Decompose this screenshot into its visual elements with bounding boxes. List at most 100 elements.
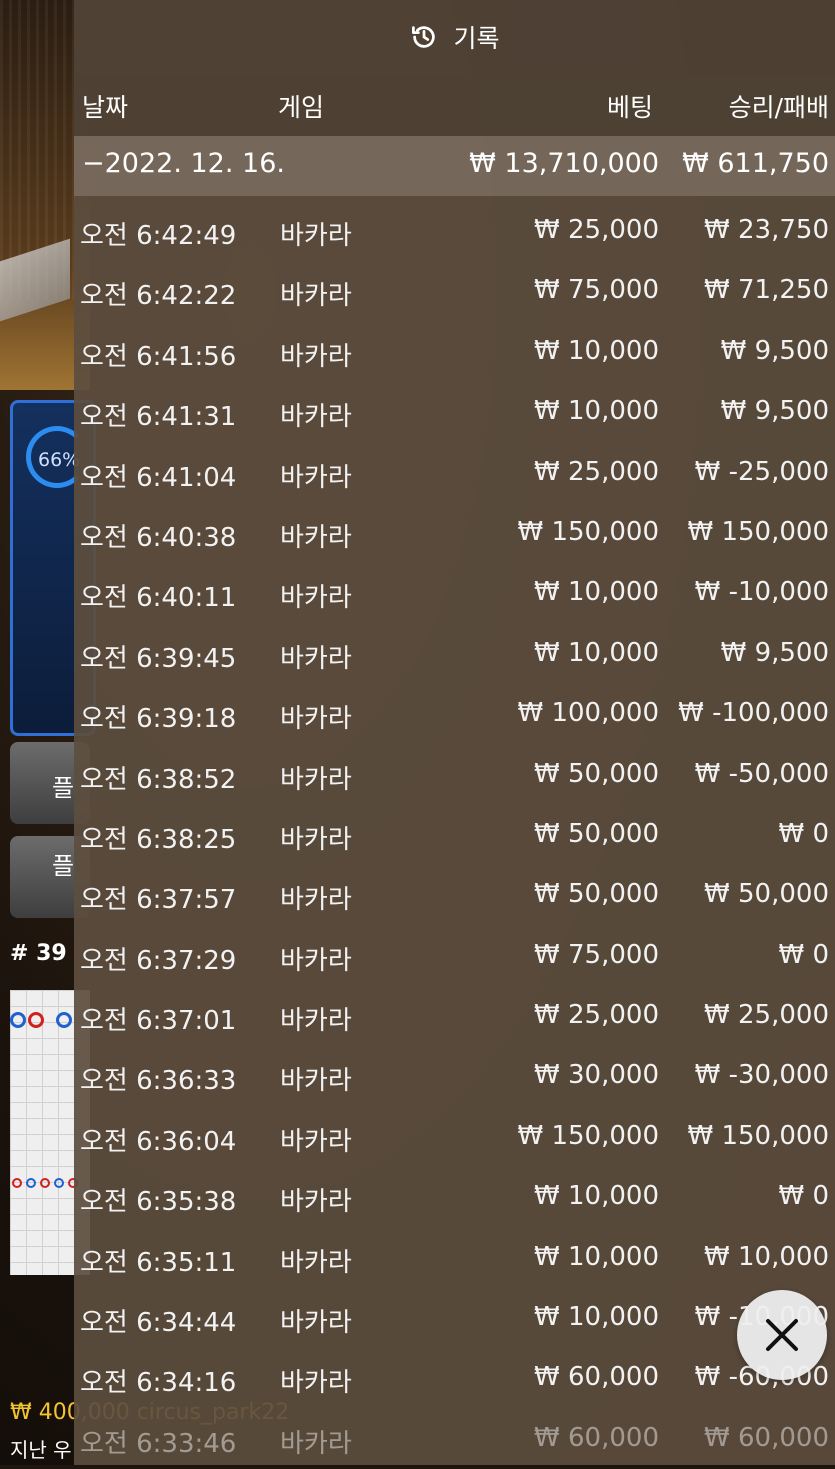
- road-marker: [54, 1178, 64, 1188]
- history-row-win-loss: ₩ 0: [778, 939, 829, 970]
- history-row-win-loss: ₩ 0: [778, 818, 829, 849]
- date-group-date: −2022. 12. 16.: [82, 148, 285, 179]
- history-row-game: 바카라: [280, 945, 352, 976]
- history-row-time: 오전 6:37:29: [80, 945, 237, 976]
- history-row-bet: ₩ 30,000: [534, 1060, 659, 1091]
- history-row-time: 오전 6:39:45: [80, 643, 237, 674]
- history-row-win-loss: ₩ 0: [778, 1181, 829, 1212]
- history-row-win-loss: ₩ 25,000: [704, 1000, 829, 1031]
- history-row-game: 바카라: [280, 1006, 352, 1037]
- history-row[interactable]: 오전 6:42:49 바카라 ₩ 25,000 ₩ 23,750: [74, 201, 835, 261]
- history-row[interactable]: 오전 6:36:04 바카라 ₩ 150,000 ₩ 150,000: [74, 1107, 835, 1167]
- history-row-time: 오전 6:39:18: [80, 704, 237, 735]
- history-row[interactable]: 오전 6:37:57 바카라 ₩ 50,000 ₩ 50,000: [74, 865, 835, 925]
- history-row-bet: ₩ 25,000: [534, 1000, 659, 1031]
- history-row[interactable]: 오전 6:42:22 바카라 ₩ 75,000 ₩ 71,250: [74, 261, 835, 321]
- history-row[interactable]: 오전 6:34:16 바카라 ₩ 60,000 ₩ -60,000: [74, 1348, 835, 1408]
- history-row[interactable]: 오전 6:39:18 바카라 ₩ 100,000 ₩ -100,000: [74, 684, 835, 744]
- history-row-time: 오전 6:41:56: [80, 341, 237, 372]
- history-row-win-loss: ₩ 50,000: [704, 879, 829, 910]
- date-group-bet-total: ₩ 13,710,000: [469, 148, 659, 179]
- history-row-game: 바카라: [280, 1368, 352, 1399]
- history-row-game: 바카라: [280, 1428, 352, 1459]
- player-bet-label: 플: [52, 774, 75, 802]
- history-row-win-loss: ₩ 10,000: [704, 1241, 829, 1272]
- history-row-win-loss: ₩ 60,000: [704, 1422, 829, 1453]
- history-row-win-loss: ₩ 23,750: [704, 215, 829, 245]
- history-row-game: 바카라: [280, 462, 352, 493]
- history-row-game: 바카라: [280, 764, 352, 795]
- history-row[interactable]: 오전 6:39:45 바카라 ₩ 10,000 ₩ 9,500: [74, 624, 835, 684]
- history-row-game: 바카라: [280, 1308, 352, 1339]
- history-row-bet: ₩ 10,000: [534, 577, 659, 608]
- player-pair-label: 플: [52, 852, 75, 880]
- history-row-time: 오전 6:34:44: [80, 1308, 237, 1339]
- history-row[interactable]: 오전 6:35:11 바카라 ₩ 10,000 ₩ 10,000: [74, 1228, 835, 1288]
- history-row-time: 오전 6:37:01: [80, 1006, 237, 1037]
- history-row-time: 오전 6:42:49: [80, 221, 237, 251]
- history-row-win-loss: ₩ 150,000: [687, 516, 830, 547]
- history-row-win-loss: ₩ 150,000: [687, 1120, 830, 1151]
- history-row[interactable]: 오전 6:41:04 바카라 ₩ 25,000 ₩ -25,000: [74, 443, 835, 503]
- history-row[interactable]: 오전 6:38:25 바카라 ₩ 50,000 ₩ 0: [74, 805, 835, 865]
- history-row-game: 바카라: [280, 583, 352, 614]
- history-row-bet: ₩ 10,000: [534, 396, 659, 427]
- history-row-time: 오전 6:40:38: [80, 522, 237, 553]
- close-button[interactable]: [737, 1290, 827, 1380]
- road-marker: [40, 1178, 50, 1188]
- history-panel: 기록 날짜 게임 베팅 승리/패배 −2022. 12. 16. ₩ 13,71…: [74, 0, 835, 1465]
- history-row-bet: ₩ 150,000: [517, 1120, 660, 1151]
- history-row[interactable]: 오전 6:36:33 바카라 ₩ 30,000 ₩ -30,000: [74, 1046, 835, 1106]
- history-row-win-loss: ₩ 9,500: [720, 396, 829, 427]
- history-row-game: 바카라: [280, 1187, 352, 1218]
- history-row-win-loss: ₩ -30,000: [694, 1060, 829, 1091]
- history-row[interactable]: 오전 6:37:29 바카라 ₩ 75,000 ₩ 0: [74, 926, 835, 986]
- date-group-row[interactable]: −2022. 12. 16. ₩ 13,710,000 ₩ 611,750: [74, 136, 835, 196]
- history-row-bet: ₩ 50,000: [534, 879, 659, 910]
- history-row-game: 바카라: [280, 281, 352, 312]
- history-row-bet: ₩ 75,000: [534, 275, 659, 306]
- history-row-game: 바카라: [280, 402, 352, 433]
- history-row-bet: ₩ 60,000: [534, 1362, 659, 1393]
- history-header: 기록: [74, 0, 835, 74]
- history-icon: [412, 26, 436, 48]
- history-row-game: 바카라: [280, 221, 352, 251]
- date-group-win-loss-total: ₩ 611,750: [682, 148, 829, 179]
- history-row-bet: ₩ 25,000: [534, 215, 659, 245]
- history-row-time: 오전 6:33:46: [80, 1428, 237, 1459]
- history-row-bet: ₩ 50,000: [534, 758, 659, 789]
- history-row[interactable]: 오전 6:41:31 바카라 ₩ 10,000 ₩ 9,500: [74, 382, 835, 442]
- history-row[interactable]: 오전 6:40:11 바카라 ₩ 10,000 ₩ -10,000: [74, 563, 835, 623]
- history-row-bet: ₩ 10,000: [534, 335, 659, 366]
- history-row[interactable]: 오전 6:40:38 바카라 ₩ 150,000 ₩ 150,000: [74, 503, 835, 563]
- history-row-game: 바카라: [280, 341, 352, 372]
- column-date: 날짜: [82, 93, 129, 122]
- history-row-game: 바카라: [280, 1126, 352, 1157]
- history-row-bet: ₩ 100,000: [517, 698, 660, 729]
- history-title: 기록: [453, 24, 500, 53]
- history-row-bet: ₩ 10,000: [534, 1241, 659, 1272]
- history-row[interactable]: 오전 6:35:38 바카라 ₩ 10,000 ₩ 0: [74, 1167, 835, 1227]
- history-row-time: 오전 6:34:16: [80, 1368, 237, 1399]
- history-row[interactable]: 오전 6:38:52 바카라 ₩ 50,000 ₩ -50,000: [74, 745, 835, 805]
- last-result-text: 지난 우: [10, 1438, 72, 1462]
- history-row-time: 오전 6:38:25: [80, 824, 237, 855]
- close-icon: [766, 1319, 798, 1351]
- history-row-game: 바카라: [280, 704, 352, 735]
- history-row[interactable]: 오전 6:41:56 바카라 ₩ 10,000 ₩ 9,500: [74, 322, 835, 382]
- history-row[interactable]: 오전 6:37:01 바카라 ₩ 25,000 ₩ 25,000: [74, 986, 835, 1046]
- history-row-time: 오전 6:35:11: [80, 1247, 237, 1278]
- history-row-bet: ₩ 25,000: [534, 456, 659, 487]
- history-row-bet: ₩ 50,000: [534, 818, 659, 849]
- history-row[interactable]: 오전 6:34:44바카라₩ 10,000₩ -10,000: [74, 1288, 835, 1348]
- history-row-win-loss: ₩ -10,000: [694, 577, 829, 608]
- history-row-time: 오전 6:40:11: [80, 583, 237, 614]
- history-row-bet: ₩ 10,000: [534, 1302, 659, 1333]
- history-row-win-loss: ₩ 9,500: [720, 335, 829, 366]
- history-row-game: 바카라: [280, 1247, 352, 1278]
- history-row-time: 오전 6:35:38: [80, 1187, 237, 1218]
- history-row-time: 오전 6:37:57: [80, 885, 237, 916]
- history-row-bet: ₩ 10,000: [534, 1181, 659, 1212]
- column-win-loss: 승리/패배: [728, 93, 829, 122]
- history-row[interactable]: 오전 6:33:46 바카라 ₩ 60,000 ₩ 60,000: [74, 1409, 835, 1469]
